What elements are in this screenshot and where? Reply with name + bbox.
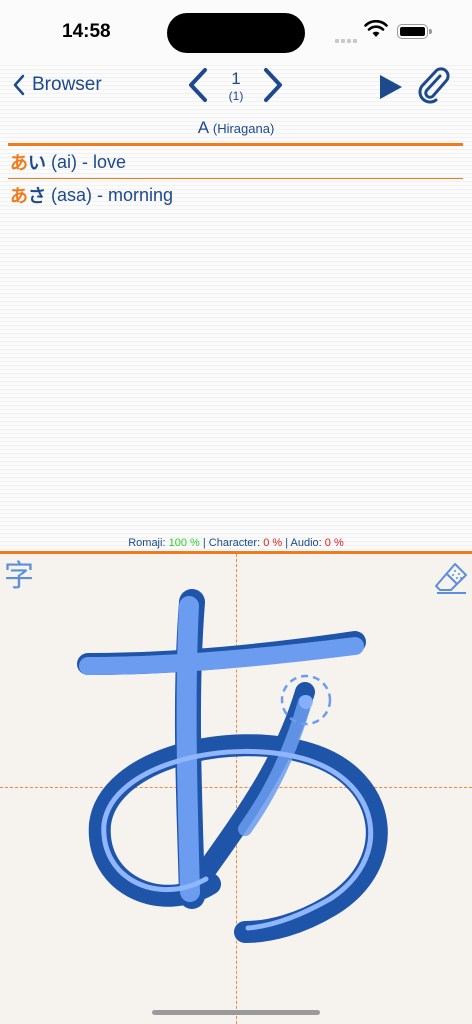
handwriting-strokes (77, 589, 388, 943)
kanji-toggle-button[interactable]: 字 (4, 558, 40, 596)
home-indicator (152, 1010, 320, 1015)
battery-icon (397, 24, 432, 39)
chevron-left-icon (13, 74, 25, 96)
word-kana-highlight: あ (10, 186, 28, 206)
page-total: (1) (228, 89, 244, 103)
dynamic-island (167, 13, 305, 53)
header-divider (8, 143, 463, 146)
list-item[interactable]: あ さ (asa) - morning (10, 180, 173, 210)
romaji-label: Romaji: (128, 537, 166, 549)
eraser-icon[interactable] (433, 560, 469, 596)
previous-page-button[interactable] (183, 66, 213, 104)
status-bar: 14:58 (0, 0, 472, 62)
word-romaji-meaning: (ai) - love (46, 151, 127, 172)
wifi-icon (364, 20, 388, 37)
romaji-value: 100 % (168, 537, 200, 549)
character-script: (Hiragana) (212, 121, 275, 136)
clock: 14:58 (62, 21, 111, 42)
audio-label: Audio: (290, 537, 322, 549)
character-name: A (197, 118, 209, 137)
audio-value: 0 % (324, 537, 344, 549)
next-page-button[interactable] (258, 66, 288, 104)
row-divider (8, 178, 463, 179)
paperclip-icon[interactable] (416, 66, 450, 104)
separator: | (282, 537, 291, 549)
list-item[interactable]: あ い (ai) - love (10, 147, 126, 177)
navigation-bar: Browser 1 (1) (0, 62, 472, 112)
character-value: 0 % (263, 537, 283, 549)
character-label: Character: (208, 537, 261, 549)
word-kana-rest: い (28, 153, 46, 173)
page-number: 1 (231, 69, 241, 88)
word-kana-highlight: あ (10, 153, 28, 173)
separator: | (199, 537, 209, 549)
character-title: A (Hiragana) (0, 118, 472, 138)
word-romaji-meaning: (asa) - morning (46, 184, 174, 205)
back-button[interactable]: Browser (12, 70, 102, 100)
back-button-label: Browser (32, 74, 102, 95)
cellular-signal-icon (335, 30, 361, 43)
play-button[interactable] (378, 73, 404, 101)
progress-stats: Romaji: 100 % | Character: 0 % | Audio: … (0, 537, 472, 549)
word-kana-rest: さ (28, 186, 46, 206)
